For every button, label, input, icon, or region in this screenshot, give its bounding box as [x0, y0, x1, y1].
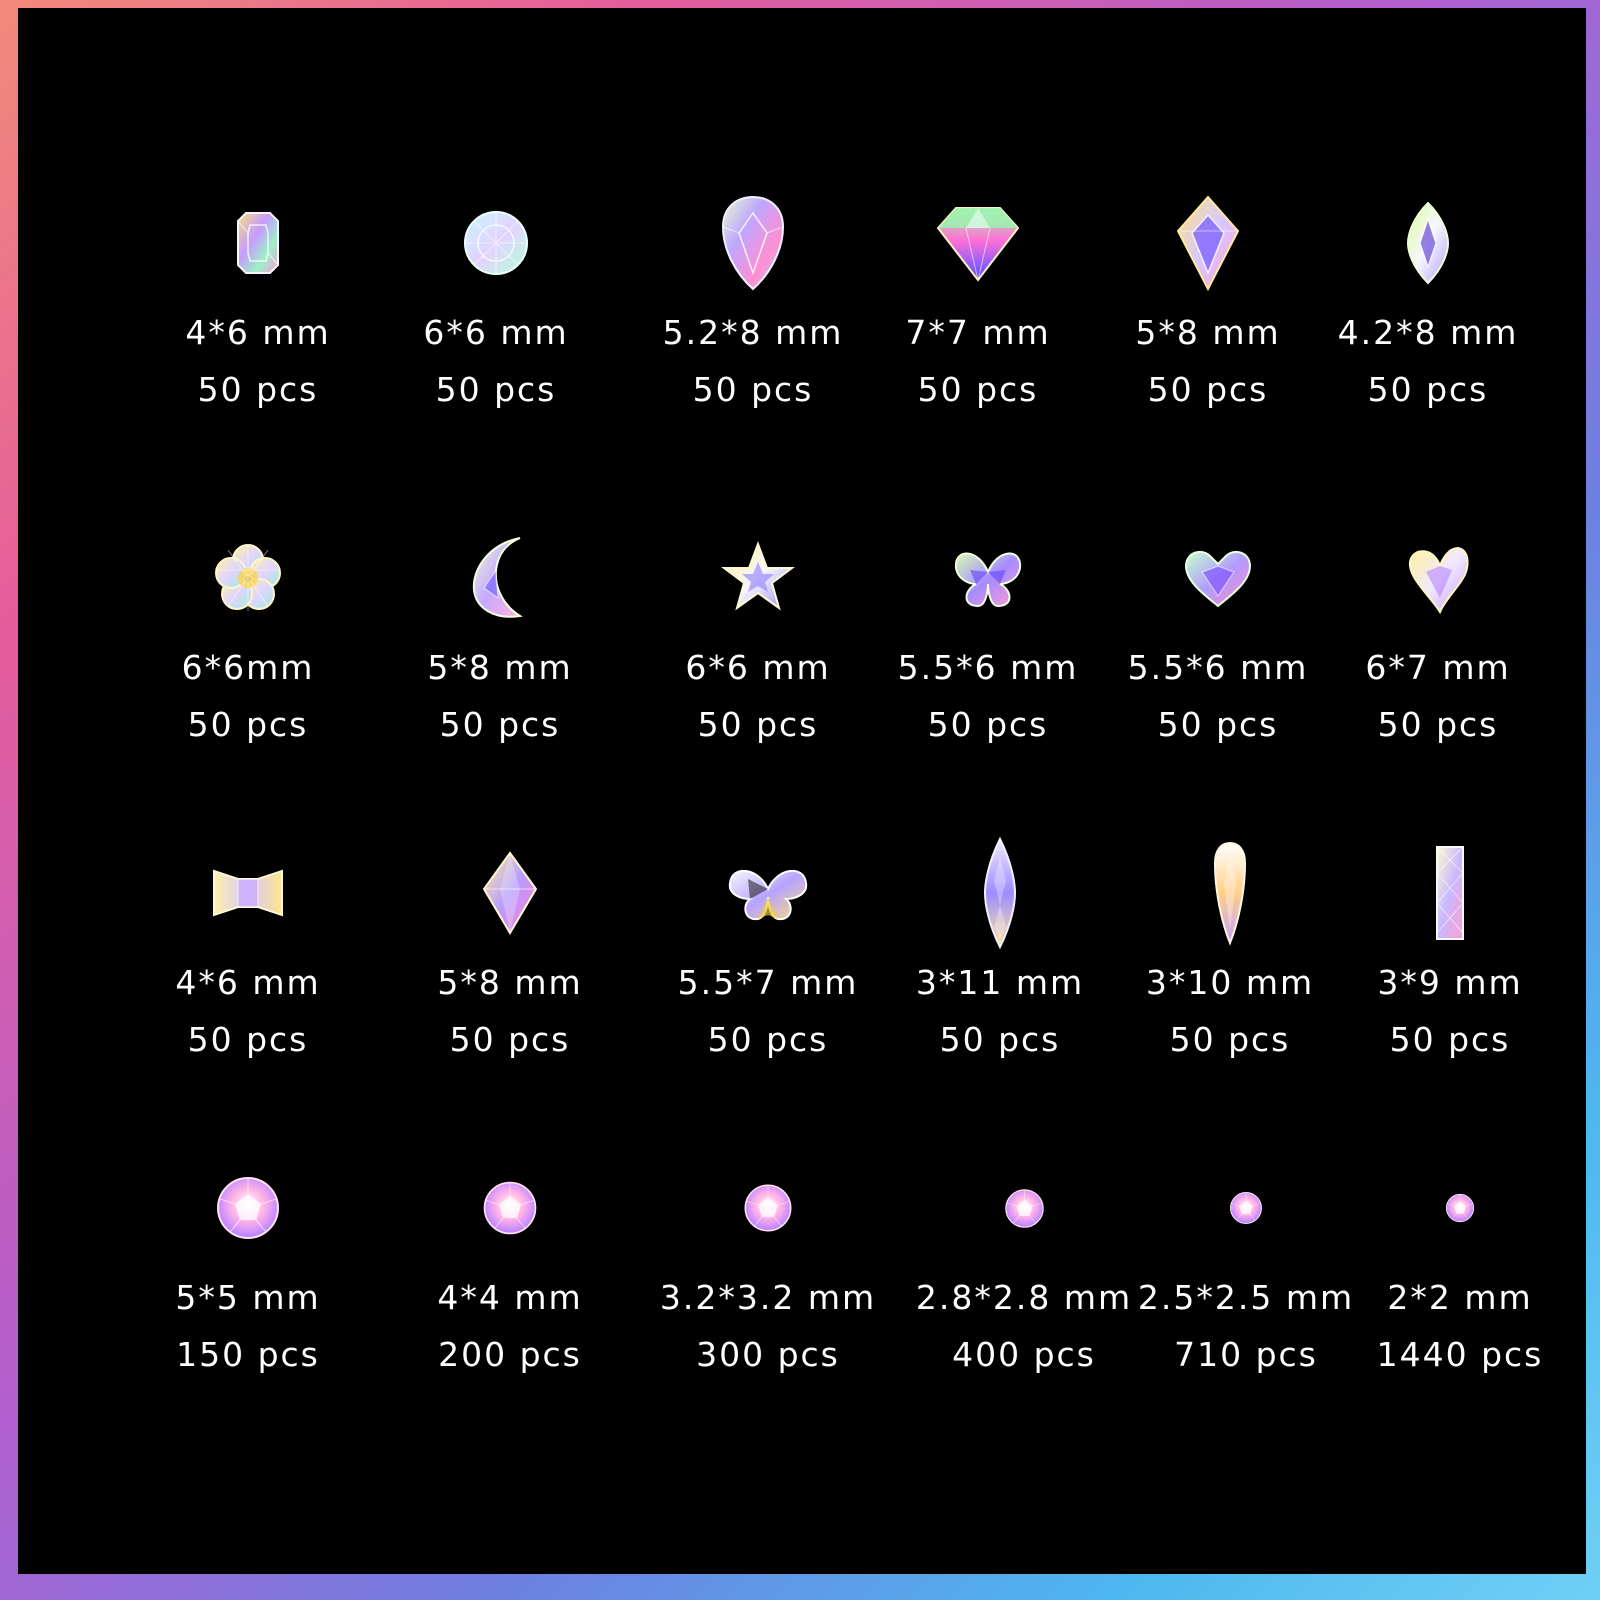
gem-cell: 6*6 mm 50 pcs — [376, 188, 616, 418]
size-label: 2.5*2.5 mm — [1137, 1278, 1355, 1317]
size-label: 5.5*6 mm — [1127, 648, 1309, 687]
quantity-label: 50 pcs — [197, 370, 319, 409]
gem-cell: 6*6 mm 50 pcs — [638, 523, 878, 753]
size-label: 5*8 mm — [427, 648, 573, 687]
gem-cell: 5.5*6 mm 50 pcs — [1098, 523, 1338, 753]
gem-cell: 5*8 mm 50 pcs — [390, 838, 630, 1068]
gem-heart-tilted-icon — [1318, 523, 1558, 633]
gem-cell: 5*8 mm 50 pcs — [380, 523, 620, 753]
quantity-label: 400 pcs — [952, 1335, 1096, 1374]
gem-navette-long-icon — [880, 836, 1120, 950]
quantity-label: 50 pcs — [449, 1020, 571, 1059]
quantity-label: 50 pcs — [939, 1020, 1061, 1059]
gem-round-rhinestone-icon — [904, 1153, 1144, 1263]
gem-cell: 3.2*3.2 mm 300 pcs — [648, 1153, 888, 1383]
gem-baguette-icon — [1330, 838, 1570, 948]
gem-cell: 5*8 mm 50 pcs — [1088, 188, 1328, 418]
gem-marquise-icon — [1308, 188, 1548, 298]
gem-drop-long-icon — [1110, 838, 1350, 948]
size-label: 6*6 mm — [423, 313, 569, 352]
gem-cell: 4*6 mm 50 pcs — [128, 838, 368, 1068]
gem-rectangle-octagon-icon — [138, 188, 378, 298]
gem-cell: 4.2*8 mm 50 pcs — [1308, 188, 1548, 418]
size-label: 5.2*8 mm — [662, 313, 844, 352]
quantity-label: 150 pcs — [176, 1335, 320, 1374]
size-label: 7*7 mm — [905, 313, 1051, 352]
size-label: 3*10 mm — [1145, 963, 1315, 1002]
quantity-label: 710 pcs — [1174, 1335, 1318, 1374]
gem-cell: 5*5 mm 150 pcs — [128, 1153, 368, 1383]
gem-flower-icon — [128, 523, 368, 633]
quantity-label: 200 pcs — [438, 1335, 582, 1374]
gem-round-rhinestone-icon — [1340, 1153, 1580, 1263]
quantity-label: 1440 pcs — [1376, 1335, 1544, 1374]
gem-teardrop-icon — [633, 188, 873, 298]
gem-butterfly-icon — [868, 523, 1108, 633]
gem-cell: 2.5*2.5 mm 710 pcs — [1126, 1153, 1366, 1383]
gem-cell: 2*2 mm 1440 pcs — [1340, 1153, 1580, 1383]
quantity-label: 50 pcs — [1377, 705, 1499, 744]
gem-diamond-icon — [858, 188, 1098, 298]
gem-cell: 4*4 mm 200 pcs — [390, 1153, 630, 1383]
gem-cell: 6*7 mm 50 pcs — [1318, 523, 1558, 753]
gem-butterfly-wide-icon — [648, 838, 888, 948]
quantity-label: 50 pcs — [439, 705, 561, 744]
gem-cell: 3*10 mm 50 pcs — [1110, 838, 1350, 1068]
product-panel: 4*6 mm 50 pcs 6*6 mm 50 pcs 5.2*8 mm 50 … — [18, 8, 1586, 1574]
gem-round-rhinestone-icon — [390, 1153, 630, 1263]
size-label: 2.8*2.8 mm — [915, 1278, 1133, 1317]
gem-cell: 5.5*6 mm 50 pcs — [868, 523, 1108, 753]
size-label: 3.2*3.2 mm — [659, 1278, 877, 1317]
size-label: 4*6 mm — [185, 313, 331, 352]
gem-star-icon — [638, 523, 878, 633]
gem-round-rhinestone-icon — [128, 1153, 368, 1263]
quantity-label: 50 pcs — [917, 370, 1039, 409]
quantity-label: 50 pcs — [435, 370, 557, 409]
size-label: 4*4 mm — [437, 1278, 583, 1317]
quantity-label: 50 pcs — [187, 705, 309, 744]
quantity-label: 50 pcs — [697, 705, 819, 744]
size-label: 6*7 mm — [1365, 648, 1511, 687]
size-label: 3*11 mm — [915, 963, 1085, 1002]
gem-cell: 4*6 mm 50 pcs — [138, 188, 378, 418]
size-label: 5.5*7 mm — [677, 963, 859, 1002]
gem-kite-icon — [1088, 188, 1328, 298]
size-label: 4.2*8 mm — [1337, 313, 1519, 352]
quantity-label: 50 pcs — [1389, 1020, 1511, 1059]
size-label: 5*5 mm — [175, 1278, 321, 1317]
gem-bowtie-icon — [128, 838, 368, 948]
gem-cell: 2.8*2.8 mm 400 pcs — [904, 1153, 1144, 1383]
size-label: 4*6 mm — [175, 963, 321, 1002]
size-label: 5*8 mm — [1135, 313, 1281, 352]
gem-heart-icon — [1098, 523, 1338, 633]
gem-cell: 5.5*7 mm 50 pcs — [648, 838, 888, 1068]
gem-cell: 7*7 mm 50 pcs — [858, 188, 1098, 418]
quantity-label: 50 pcs — [1367, 370, 1489, 409]
quantity-label: 300 pcs — [696, 1335, 840, 1374]
quantity-label: 50 pcs — [1157, 705, 1279, 744]
gem-round-rhinestone-icon — [1126, 1153, 1366, 1263]
quantity-label: 50 pcs — [692, 370, 814, 409]
gem-cell: 6*6mm 50 pcs — [128, 523, 368, 753]
gem-round-faceted-icon — [376, 188, 616, 298]
quantity-label: 50 pcs — [187, 1020, 309, 1059]
gem-cell: 3*9 mm 50 pcs — [1330, 838, 1570, 1068]
size-label: 6*6mm — [181, 648, 315, 687]
size-label: 3*9 mm — [1377, 963, 1523, 1002]
size-label: 2*2 mm — [1387, 1278, 1533, 1317]
size-label: 5*8 mm — [437, 963, 583, 1002]
size-label: 5.5*6 mm — [897, 648, 1079, 687]
quantity-label: 50 pcs — [1147, 370, 1269, 409]
gem-round-rhinestone-icon — [648, 1153, 888, 1263]
gem-cell: 5.2*8 mm 50 pcs — [633, 188, 873, 418]
quantity-label: 50 pcs — [1169, 1020, 1291, 1059]
size-label: 6*6 mm — [685, 648, 831, 687]
quantity-label: 50 pcs — [927, 705, 1049, 744]
gem-cell: 3*11 mm 50 pcs — [880, 836, 1120, 1068]
quantity-label: 50 pcs — [707, 1020, 829, 1059]
gem-moon-icon — [380, 523, 620, 633]
gem-rhombus-icon — [390, 838, 630, 948]
